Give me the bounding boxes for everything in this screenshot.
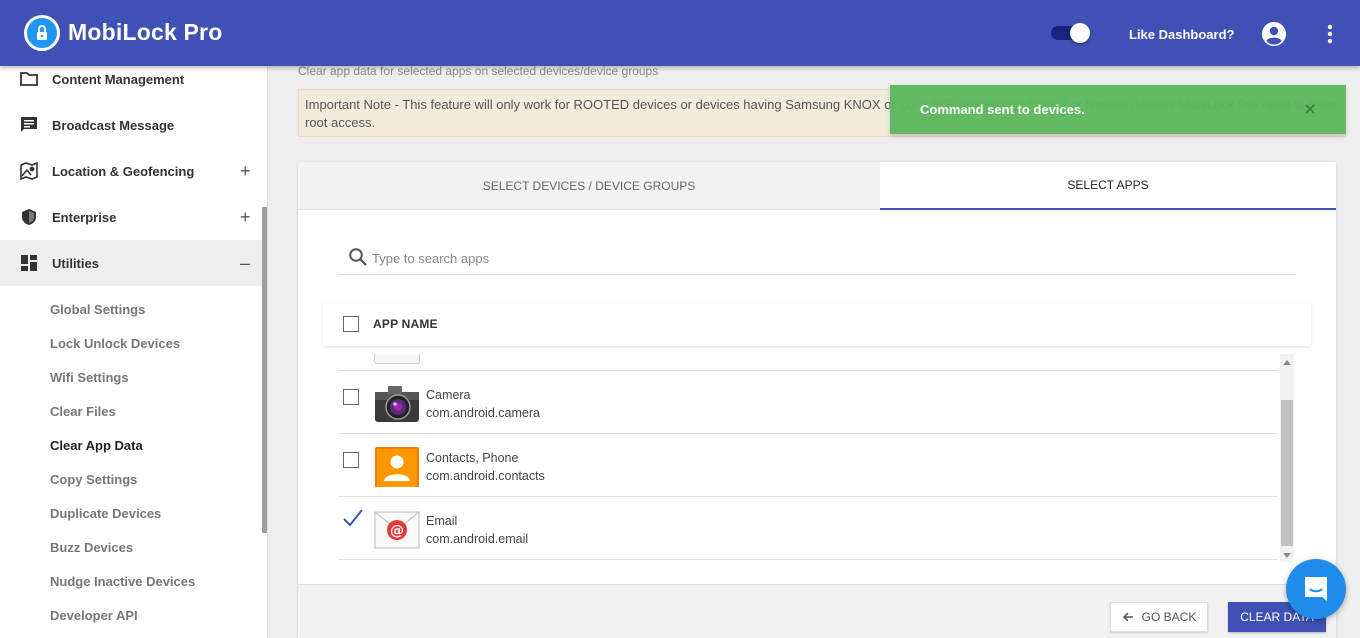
sidebar-subitem-lock-unlock-devices[interactable]: Lock Unlock Devices [0, 328, 262, 358]
table-row[interactable]: @ Email com.android.email [338, 497, 1278, 560]
subitem-label: Clear App Data [50, 438, 143, 453]
sidebar-item-broadcast-message[interactable]: Broadcast Message [0, 102, 262, 148]
search-icon [349, 248, 367, 266]
map-icon [20, 162, 38, 180]
brand-title: MobiLock Pro [68, 19, 223, 45]
tab-select-devices[interactable]: SELECT DEVICES / DEVICE GROUPS [298, 162, 880, 210]
svg-text:@: @ [390, 523, 404, 539]
app-name: Contacts, Phone [426, 451, 519, 465]
scroll-down-arrow-icon[interactable] [1283, 553, 1291, 558]
dashboard-icon [21, 255, 37, 271]
tab-select-apps[interactable]: SELECT APPS [880, 162, 1336, 210]
app-name: Email [426, 514, 458, 528]
row-checkbox[interactable] [343, 389, 359, 405]
success-toast: Command sent to devices. [890, 85, 1346, 134]
sidebar-subitem-buzz-devices[interactable]: Buzz Devices [0, 532, 262, 562]
toast-message: Command sent to devices. [920, 102, 1085, 117]
column-header-app-name: APP NAME [373, 317, 438, 331]
app-package: com.android.contacts [426, 469, 545, 483]
sidebar-item-label: Location & Geofencing [52, 163, 195, 179]
account-icon[interactable] [1261, 21, 1287, 47]
sidebar-subitem-clear-files[interactable]: Clear Files [0, 396, 262, 426]
subitem-label: Duplicate Devices [50, 506, 162, 521]
collapse-minus-icon[interactable]: – [240, 254, 254, 272]
scroll-up-arrow-icon[interactable] [1283, 360, 1291, 365]
like-dashboard-link[interactable]: Like Dashboard? [1129, 27, 1234, 42]
arrow-left-icon [1122, 612, 1133, 622]
camera-icon [375, 386, 419, 422]
app-icon-partial [374, 354, 420, 364]
subitem-label: Lock Unlock Devices [50, 336, 181, 351]
subitem-label: Wifi Settings [50, 370, 129, 385]
toggle-knob[interactable] [1070, 23, 1090, 43]
table-row[interactable]: Contacts, Phone com.android.contacts [338, 434, 1278, 497]
chat-launcher-button[interactable] [1286, 559, 1346, 619]
close-icon[interactable] [1303, 102, 1317, 116]
contacts-icon [375, 447, 419, 487]
subitem-label: Clear Files [50, 404, 116, 419]
table-row[interactable]: Camera com.android.camera [338, 371, 1278, 434]
row-checkbox[interactable] [343, 452, 359, 468]
page-subtitle: Clear app data for selected apps on sele… [298, 64, 659, 78]
scrollbar-thumb[interactable] [1281, 400, 1293, 546]
sidebar-subitem-nudge-inactive-devices[interactable]: Nudge Inactive Devices [0, 566, 262, 596]
message-icon [21, 117, 37, 132]
sidebar-subitem-copy-settings[interactable]: Copy Settings [0, 464, 262, 494]
mobilock-logo-icon[interactable] [24, 15, 60, 51]
sidebar-item-enterprise[interactable]: Enterprise + [0, 194, 262, 240]
expand-plus-icon[interactable]: + [240, 162, 254, 180]
app-name: Camera [426, 388, 471, 402]
shield-icon [22, 209, 36, 225]
app-package: com.android.email [426, 532, 529, 546]
sidebar-scrollbar[interactable] [262, 207, 267, 533]
subitem-label: Global Settings [50, 302, 146, 317]
email-icon: @ [374, 511, 420, 549]
app-package: com.android.camera [426, 406, 540, 420]
sidebar-item-label: Utilities [52, 255, 99, 271]
card-footer: GO BACK CLEAR DATA [298, 584, 1336, 638]
sidebar-item-label: Enterprise [52, 209, 117, 225]
dashboard-toggle[interactable] [1051, 23, 1090, 43]
app-list: Camera com.android.camera Contacts, Phon… [338, 354, 1296, 564]
go-back-label: GO BACK [1141, 610, 1197, 624]
clear-app-data-card: SELECT DEVICES / DEVICE GROUPS SELECT AP… [298, 162, 1336, 638]
sidebar-item-label: Content Management [52, 71, 185, 87]
table-header: APP NAME [323, 302, 1311, 346]
subitem-label: Copy Settings [50, 472, 138, 487]
chat-icon [1305, 577, 1327, 601]
sidebar-subitem-duplicate-devices[interactable]: Duplicate Devices [0, 498, 262, 528]
app-list-scrollbar[interactable] [1280, 354, 1294, 562]
sidebar-subitem-clear-app-data[interactable]: Clear App Data [0, 430, 262, 460]
subitem-label: Nudge Inactive Devices [50, 574, 196, 589]
folder-icon [20, 72, 38, 86]
row-checked-checkmark-icon[interactable] [342, 507, 364, 529]
tab-bar: SELECT DEVICES / DEVICE GROUPS SELECT AP… [298, 162, 1336, 210]
sidebar-item-utilities[interactable]: Utilities – [0, 240, 262, 286]
table-row-partial [338, 354, 1278, 371]
sidebar-subitem-developer-api[interactable]: Developer API [0, 600, 262, 630]
more-menu-icon[interactable] [1318, 21, 1342, 47]
select-all-checkbox[interactable] [343, 316, 359, 332]
sidebar: Content Management Broadcast Message Loc… [0, 66, 268, 638]
app-header: MobiLock Pro Like Dashboard? [0, 0, 1360, 66]
app-search [338, 242, 1296, 275]
go-back-button[interactable]: GO BACK [1110, 602, 1208, 632]
sidebar-subitem-wifi-settings[interactable]: Wifi Settings [0, 362, 262, 392]
sidebar-item-location-geofencing[interactable]: Location & Geofencing + [0, 148, 262, 194]
subitem-label: Developer API [50, 608, 138, 623]
search-input[interactable] [372, 247, 1272, 269]
expand-plus-icon[interactable]: + [240, 208, 254, 226]
sidebar-item-content-management[interactable]: Content Management [0, 66, 262, 102]
subitem-label: Buzz Devices [50, 540, 134, 555]
sidebar-subitem-global-settings[interactable]: Global Settings [0, 294, 262, 324]
sidebar-item-label: Broadcast Message [52, 117, 175, 133]
